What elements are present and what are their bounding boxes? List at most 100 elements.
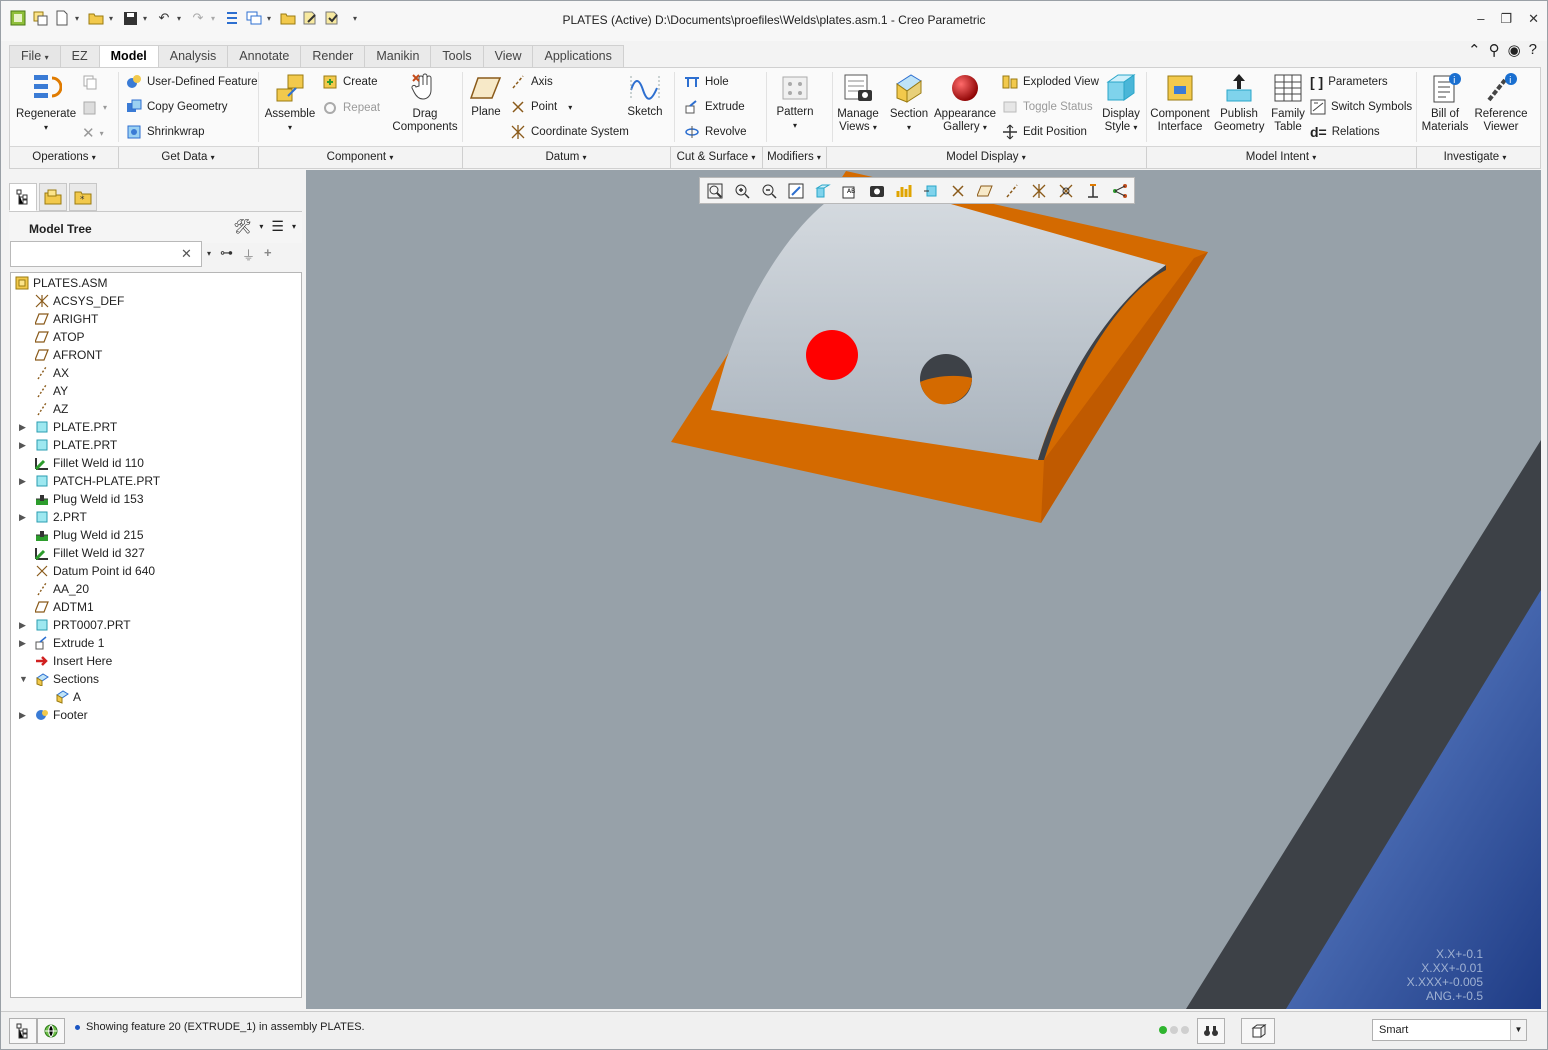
display-style-icon[interactable] xyxy=(811,180,834,201)
expand-arrow-icon[interactable]: ▶ xyxy=(19,508,29,526)
model-tree-tab[interactable] xyxy=(9,183,37,211)
tree-item[interactable]: ADTM1 xyxy=(11,598,301,616)
tree-item[interactable]: AA_20 xyxy=(11,580,301,598)
tree-item[interactable]: PLATES.ASM xyxy=(11,274,301,292)
view-manager-icon[interactable] xyxy=(865,180,888,201)
perspective-icon[interactable] xyxy=(892,180,915,201)
group-model-intent[interactable]: Model Intent ▾ xyxy=(1146,151,1416,163)
tree-settings-dropdown-icon[interactable]: ▾ xyxy=(259,222,263,235)
component-interface-button[interactable]: Component Interface xyxy=(1150,72,1210,134)
display-style-button[interactable]: Display Style ▾ xyxy=(1098,72,1144,134)
expand-arrow-icon[interactable]: ▶ xyxy=(19,472,29,490)
parameters-button[interactable]: [ ] Parameters xyxy=(1310,74,1388,90)
expand-arrow-icon[interactable]: ▶ xyxy=(19,436,29,454)
tree-item[interactable]: ▶ Extrude 1 xyxy=(11,634,301,652)
toggle-status-button[interactable]: Toggle Status xyxy=(1002,99,1093,115)
group-modifiers[interactable]: Modifiers ▾ xyxy=(762,151,826,163)
collapse-arrow-icon[interactable]: ▼ xyxy=(19,670,29,688)
point-button[interactable]: Point ▾ xyxy=(510,99,572,115)
assemble-button[interactable]: Assemble ▾ xyxy=(262,72,318,134)
group-component[interactable]: Component ▾ xyxy=(258,151,462,163)
exploded-view-button[interactable]: Exploded View xyxy=(1002,74,1099,90)
delete-button[interactable]: ✕ ▾ xyxy=(82,124,104,142)
add-icon[interactable]: + xyxy=(264,245,272,264)
group-operations[interactable]: Operations ▾ xyxy=(10,151,118,163)
drag-components-button[interactable]: Drag Components xyxy=(390,72,460,134)
annotation-display-icon[interactable] xyxy=(919,180,942,201)
expand-arrow-icon[interactable]: ▶ xyxy=(19,418,29,436)
repeat-button[interactable]: Repeat xyxy=(322,100,380,116)
tab-applications[interactable]: Applications xyxy=(532,45,624,67)
tree-item[interactable]: ▶ 2.PRT xyxy=(11,508,301,526)
shrinkwrap-button[interactable]: Shrinkwrap xyxy=(126,124,205,140)
pattern-button[interactable]: Pattern ▾ xyxy=(772,74,818,132)
family-table-button[interactable]: Family Table xyxy=(1266,72,1310,134)
connection-icon[interactable] xyxy=(1108,180,1131,201)
tab-file[interactable]: File ▾ xyxy=(9,45,61,67)
tree-item[interactable]: A xyxy=(11,688,301,706)
plane-display-icon[interactable] xyxy=(973,180,996,201)
tree-item[interactable]: Datum Point id 640 xyxy=(11,562,301,580)
zoom-out-icon[interactable] xyxy=(757,180,780,201)
refit-icon[interactable] xyxy=(703,180,726,201)
appearance-gallery-button[interactable]: Appearance Gallery ▾ xyxy=(934,72,996,134)
reference-viewer-button[interactable]: i Reference Viewer xyxy=(1472,72,1530,134)
expand-arrow-icon[interactable]: ▶ xyxy=(19,706,29,724)
relations-button[interactable]: d= Relations xyxy=(1310,124,1380,140)
tree-item[interactable]: AX xyxy=(11,364,301,382)
axis-display-icon[interactable] xyxy=(1000,180,1023,201)
section-button[interactable]: Section ▾ xyxy=(886,72,932,134)
axis-button[interactable]: Axis xyxy=(510,74,553,90)
group-investigate[interactable]: Investigate ▾ xyxy=(1416,151,1534,163)
user-defined-feature-button[interactable]: User-Defined Feature xyxy=(126,74,258,90)
copy-geometry-button[interactable]: Copy Geometry xyxy=(126,99,228,115)
tab-tools[interactable]: Tools xyxy=(430,45,484,67)
switch-symbols-button[interactable]: Switch Symbols xyxy=(1310,99,1412,115)
group-cut-surface[interactable]: Cut & Surface ▾ xyxy=(670,151,762,163)
hole-button[interactable]: Hole xyxy=(684,74,729,90)
chevron-down-icon[interactable]: ▼ xyxy=(1510,1020,1526,1040)
search-icon[interactable]: ⚲ xyxy=(1489,41,1500,59)
annotation-icon[interactable] xyxy=(1081,180,1104,201)
close-icon[interactable]: ✕ xyxy=(1528,11,1539,27)
tab-render[interactable]: Render xyxy=(300,45,366,67)
tree-item[interactable]: ACSYS_DEF xyxy=(11,292,301,310)
tree-search-input[interactable] xyxy=(10,241,202,267)
tree-item[interactable]: Fillet Weld id 327 xyxy=(11,544,301,562)
tree-item[interactable]: AZ xyxy=(11,400,301,418)
group-datum[interactable]: Datum ▾ xyxy=(462,151,670,163)
tree-item[interactable]: ATOP xyxy=(11,328,301,346)
graphics-window[interactable]: AB X.X+-0.1 X.XX+-0.01 X.XXX+-0.005 ANG.… xyxy=(306,170,1541,1009)
tree-item[interactable]: AY xyxy=(11,382,301,400)
group-model-display[interactable]: Model Display ▾ xyxy=(826,151,1146,163)
csys-display-icon[interactable] xyxy=(1027,180,1050,201)
minimize-icon[interactable]: – xyxy=(1477,11,1484,27)
selection-box-button[interactable] xyxy=(1241,1018,1275,1044)
tree-columns-icon[interactable]: ☰ xyxy=(271,218,284,235)
tree-item[interactable]: ARIGHT xyxy=(11,310,301,328)
search-options-dropdown-icon[interactable]: ▾ xyxy=(207,249,211,264)
tab-analysis[interactable]: Analysis xyxy=(157,45,229,67)
selection-filter-dropdown[interactable]: Smart ▼ xyxy=(1372,1019,1527,1041)
revolve-button[interactable]: Revolve xyxy=(684,124,747,140)
community-icon[interactable]: ◉ xyxy=(1508,41,1521,59)
publish-geometry-button[interactable]: Publish Geometry xyxy=(1214,72,1265,134)
tree-item[interactable]: ▶ PLATE.PRT xyxy=(11,436,301,454)
tree-item[interactable]: Plug Weld id 215 xyxy=(11,526,301,544)
extrude-button[interactable]: Extrude xyxy=(684,99,745,115)
restore-icon[interactable]: ❐ xyxy=(1500,11,1512,27)
expand-arrow-icon[interactable]: ▶ xyxy=(19,634,29,652)
tab-annotate[interactable]: Annotate xyxy=(227,45,302,67)
favorites-tab[interactable]: * xyxy=(69,183,97,211)
sketch-button[interactable]: Sketch xyxy=(622,74,668,119)
tree-item[interactable]: Insert Here xyxy=(11,652,301,670)
tab-manikin[interactable]: Manikin xyxy=(364,45,432,67)
bill-of-materials-button[interactable]: i Bill of Materials xyxy=(1418,72,1472,134)
coordinate-system-button[interactable]: Coordinate System xyxy=(510,124,629,140)
tree-item[interactable]: ▶ PRT0007.PRT xyxy=(11,616,301,634)
find-button[interactable] xyxy=(1197,1018,1225,1044)
tree-item[interactable]: ▶ Footer xyxy=(11,706,301,724)
create-button[interactable]: Create xyxy=(322,74,378,90)
toggle-navigator-button[interactable] xyxy=(9,1018,37,1044)
saved-orientations-icon[interactable]: AB xyxy=(838,180,861,201)
